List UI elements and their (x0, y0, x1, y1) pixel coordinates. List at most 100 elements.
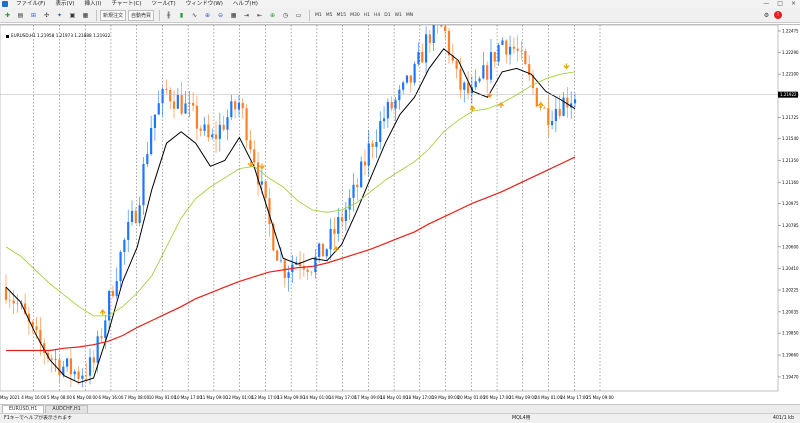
candle-body (390, 101, 393, 109)
candle-body (69, 358, 73, 375)
candle-body (421, 52, 424, 63)
timeframe-mn[interactable]: MN (404, 13, 415, 18)
close-button[interactable]: × (791, 0, 796, 8)
profiles-icon[interactable]: ▤ (15, 10, 26, 21)
candle-body (222, 124, 225, 130)
candle-body (16, 303, 19, 305)
candle-body (138, 205, 141, 224)
candle-body (165, 89, 168, 90)
tester-icon[interactable]: ▦ (80, 10, 91, 21)
candle-body (489, 52, 493, 80)
candle-body (486, 65, 489, 80)
candle-body (104, 320, 107, 339)
price-tick-label: 1.19470 (782, 374, 799, 379)
navigator-icon[interactable]: ✦ (54, 10, 65, 21)
time-tick-label: 7 May 08:00 (124, 395, 149, 400)
mt4-window: ファイル(F) 表示(V) 挿入(I) チャート(C) ツール(T) ウィンドウ… (0, 0, 800, 423)
candle-body (8, 299, 11, 301)
candle-body (54, 359, 57, 361)
chart-window[interactable]: 1.224751.222901.221001.219201.217251.215… (0, 24, 800, 404)
candle-body (142, 163, 145, 206)
menu-help[interactable]: ヘルプ(H) (228, 0, 263, 8)
options-icon[interactable]: ⚙ (761, 10, 772, 21)
time-tick-label: 5 May 08:00 (47, 395, 72, 400)
periods-icon[interactable]: ◷ (280, 10, 291, 21)
candle-body (402, 82, 405, 90)
menu-window[interactable]: ウィンドウ(W) (181, 0, 228, 8)
maximize-button[interactable]: □ (777, 0, 783, 8)
timeframe-m5[interactable]: M5 (324, 13, 335, 18)
timeframe-h1[interactable]: H1 (362, 13, 372, 18)
time-tick-label: 14 May 01:00 (303, 395, 331, 400)
terminal-icon[interactable]: ▣ (67, 10, 78, 21)
candle-body (447, 31, 451, 56)
bar-chart-icon[interactable]: ╫ (163, 10, 174, 21)
new-order-button[interactable]: 新規注文 (100, 9, 127, 21)
time-tick-label: 10 May 01:00 (149, 395, 177, 400)
price-tick-label: 1.20035 (782, 309, 799, 314)
timeframe-d1[interactable]: D1 (382, 13, 392, 18)
time-tick-label: 10 May 17:00 (174, 395, 202, 400)
timeframe-m15[interactable]: M15 (335, 13, 349, 18)
timeframe-m1[interactable]: M1 (313, 13, 324, 18)
data-window-icon[interactable]: ✣ (41, 10, 52, 21)
menu-file[interactable]: ファイル(F) (11, 0, 50, 8)
candle-body (249, 140, 252, 150)
window-controls: — □ × (763, 0, 796, 8)
tile-windows-icon[interactable]: ▦ (228, 10, 239, 21)
minimize-button[interactable]: — (763, 0, 769, 8)
new-chart-icon[interactable]: ✚ (2, 10, 13, 21)
market-watch-icon[interactable]: ⊞ (28, 10, 39, 21)
candle-body (184, 103, 187, 114)
zoom-in-icon[interactable]: ⊕ (202, 10, 213, 21)
candle-body (348, 197, 351, 210)
current-price-label: 1.21922 (780, 92, 797, 97)
candle-body (134, 210, 137, 224)
candle-body (379, 121, 382, 143)
autotrade-button[interactable]: 自動売買 (128, 9, 155, 21)
line-chart-icon[interactable]: ∿ (189, 10, 200, 21)
chart-shift-icon[interactable]: ⇤ (254, 10, 265, 21)
candle-body (195, 105, 199, 129)
price-tick-label: 1.22100 (782, 72, 799, 77)
status-help-text: F1キーでヘルプが表示されます (4, 416, 72, 421)
time-tick-label: 12 May 17:00 (252, 395, 280, 400)
candle-body (276, 250, 279, 261)
candle-body (169, 89, 172, 102)
templates-icon[interactable]: ▭ (293, 10, 304, 21)
status-traffic: 401/1 kb (772, 416, 794, 421)
price-tick-label: 1.19850 (782, 331, 799, 336)
menu-chart[interactable]: チャート(C) (106, 0, 146, 8)
candle-body (237, 102, 241, 110)
menu-insert[interactable]: 挿入(I) (80, 0, 107, 8)
alert-icon[interactable]: ! (774, 11, 782, 19)
tab-audchf-h1[interactable]: AUDCHF,H1 (45, 405, 88, 413)
candle-body (50, 358, 53, 360)
candle-body (493, 52, 496, 62)
candle-body (360, 161, 363, 188)
timeframe-h4[interactable]: H4 (372, 13, 382, 18)
timeframe-w1[interactable]: W1 (393, 13, 404, 18)
candle-body (35, 326, 38, 330)
indicators-icon[interactable]: ⊕ (267, 10, 278, 21)
candle-chart-icon[interactable]: ▮ (176, 10, 187, 21)
zoom-out-icon[interactable]: ⊖ (215, 10, 226, 21)
candle-body (85, 375, 88, 377)
time-tick-label: 20 May 01:00 (458, 395, 486, 400)
menu-view[interactable]: 表示(V) (50, 0, 79, 8)
time-tick-label: 24 May 01:00 (535, 395, 563, 400)
candle-body (207, 124, 210, 138)
candle-body (455, 60, 458, 69)
candle-body (119, 252, 122, 282)
candle-body (466, 82, 470, 94)
candle-body (554, 108, 558, 122)
price-chart[interactable]: 1.224751.222901.221001.219201.217251.215… (0, 25, 800, 405)
candle-body (66, 358, 69, 367)
tab-eurusd-h1[interactable]: EURUSD,H1 (2, 405, 45, 413)
price-tick-label: 1.20975 (782, 201, 799, 206)
candle-body (58, 359, 61, 376)
candle-body (260, 181, 263, 185)
timeframe-m30[interactable]: M30 (348, 13, 362, 18)
menu-tools[interactable]: ツール(T) (147, 0, 181, 8)
auto-scroll-icon[interactable]: ⇥ (241, 10, 252, 21)
